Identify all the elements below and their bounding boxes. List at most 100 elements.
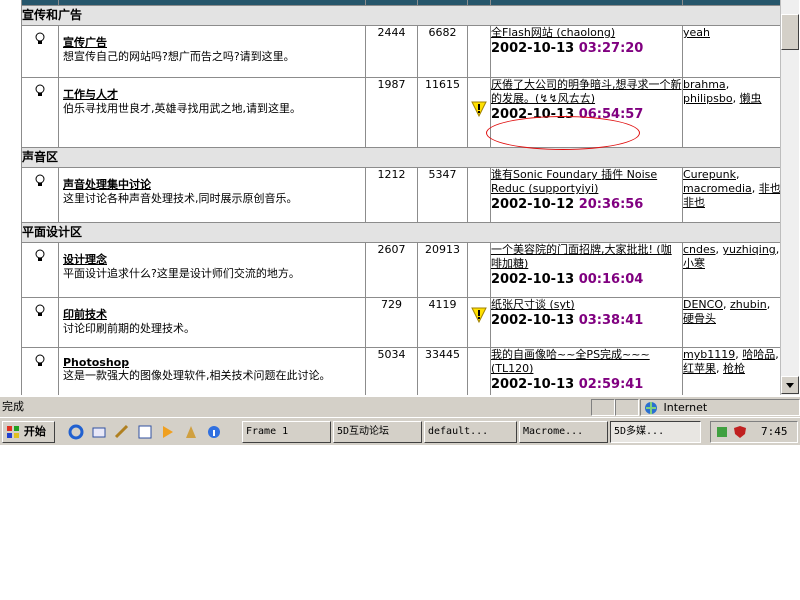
- post-count: 6682: [417, 25, 468, 78]
- post-count: 11615: [417, 77, 468, 148]
- last-post-date: 2002-10-12: [491, 197, 579, 212]
- ie-icon[interactable]: [68, 424, 84, 440]
- moderators-cell: yeah: [682, 25, 780, 78]
- moderators-cell: Curepunk, macromedia, 非也非也: [682, 167, 780, 223]
- scrollbar-thumb[interactable]: [781, 14, 799, 50]
- moderator-link[interactable]: 懒虫: [740, 92, 762, 105]
- post-count: 20913: [417, 242, 468, 298]
- last-post-cell: 我的自画像哈~~全PS完成~~~ (TL120) 2002-10-13 02:59…: [490, 347, 683, 395]
- forum-row: 宣传广告 想宣传自己的网站吗?想广而告之吗?请到这里。 2444 6682 全Flash…: [21, 25, 780, 78]
- forum-row: 设计理念 平面设计追求什么?这里是设计师们交流的地方。 2607 20913 一个美容院…: [21, 242, 780, 298]
- forum-row: 工作与人才 伯乐寻找用世良才,英雄寻找用武之地,请到这里。 1987 11615 厌倦了…: [21, 77, 780, 148]
- screenshot: 宣传和广告 宣传广告 想宣传自己的网站吗?想广而告之吗?请到这里。 2444 6682 全…: [0, 0, 800, 445]
- forum-description: 这是一款强大的图像处理软件,相关技术问题在此讨论。: [63, 369, 331, 382]
- moderator-link[interactable]: 红苹果: [683, 362, 716, 375]
- browser-viewport: 宣传和广告 宣传广告 想宣传自己的网站吗?想广而告之吗?请到这里。 2444 6682 全…: [0, 0, 780, 395]
- status-pane-1: [591, 399, 615, 416]
- task-frame1[interactable]: Frame 1: [242, 421, 331, 443]
- windows-logo-icon: [7, 426, 19, 438]
- moderator-link[interactable]: yeah: [683, 26, 710, 39]
- task-macromedia[interactable]: Macrome...: [519, 421, 608, 443]
- highlight-circle: [486, 116, 640, 150]
- forum-status-cell: [21, 347, 59, 395]
- outlook-icon[interactable]: [91, 424, 107, 440]
- moderator-link[interactable]: DENCO: [683, 298, 723, 311]
- moderator-link[interactable]: macromedia: [683, 182, 752, 195]
- forum-row: 声音处理集中讨论 这里讨论各种声音处理技术,同时展示原创音乐。 1212 5347 谁有…: [21, 167, 780, 223]
- start-button[interactable]: 开始: [2, 421, 55, 443]
- task-5d-multimedia[interactable]: 5D多媒...: [610, 421, 701, 443]
- forum-status-cell: [21, 297, 59, 348]
- last-post-link[interactable]: 一个美容院的门面招牌,大家批批! (咖啡加糖): [491, 243, 682, 271]
- vertical-scrollbar[interactable]: [780, 0, 799, 395]
- forum-name-link[interactable]: 宣传广告: [59, 26, 365, 50]
- topic-count: 1212: [365, 167, 418, 223]
- window-icon[interactable]: [137, 424, 153, 440]
- last-post-link[interactable]: 全Flash网站 (chaolong): [491, 26, 682, 40]
- section-title[interactable]: 平面设计区: [21, 222, 780, 243]
- last-post-cell: 谁有Sonic Foundary 插件 Noise Reduc (support…: [490, 167, 683, 223]
- moderator-link[interactable]: cndes: [683, 243, 716, 256]
- last-post-link[interactable]: 厌倦了大公司的明争暗斗,想寻求一个新的发展。(↯↯风ㄊㄊ): [491, 78, 682, 106]
- system-tray: 7:45: [710, 421, 798, 443]
- last-post-link[interactable]: 纸张尺寸谈 (syt): [491, 298, 682, 312]
- status-pane-2: [615, 399, 639, 416]
- forum-info-cell: 印前技术 讨论印刷前期的处理技术。: [58, 297, 366, 348]
- info-icon[interactable]: [206, 424, 222, 440]
- zone-label: Internet: [663, 401, 708, 414]
- taskbar: 开始 Frame 1 5D互动论坛 default... Macrome... …: [0, 417, 800, 445]
- arrow-down-icon: [786, 383, 794, 388]
- forum-row: Photoshop 这是一款强大的图像处理软件,相关技术问题在此讨论。 5034 33…: [21, 347, 780, 395]
- shield-icon[interactable]: [733, 425, 747, 439]
- section-title[interactable]: 声音区: [21, 147, 780, 168]
- last-post-link[interactable]: 谁有Sonic Foundary 插件 Noise Reduc (support…: [491, 168, 682, 196]
- moderator-link[interactable]: myb1119: [683, 348, 735, 361]
- forum-status-cell: [21, 25, 59, 78]
- moderator-link[interactable]: Curepunk: [683, 168, 736, 181]
- moderator-link[interactable]: yuzhiqing: [723, 243, 776, 256]
- forum-name-link[interactable]: Photoshop: [59, 348, 365, 369]
- forum-name-link[interactable]: 工作与人才: [59, 78, 365, 102]
- exclamation-icon: [471, 307, 487, 324]
- forum-description: 想宣传自己的网站吗?想广而告之吗?请到这里。: [63, 50, 295, 63]
- moderator-link[interactable]: 小寒: [683, 257, 705, 270]
- forum-status-cell: [21, 77, 59, 148]
- scroll-down-button[interactable]: [781, 376, 799, 394]
- post-count: 5347: [417, 167, 468, 223]
- section-header: 宣传和广告: [21, 5, 780, 26]
- moderator-link[interactable]: zhubin: [730, 298, 767, 311]
- moderator-link[interactable]: 枪枪: [723, 362, 745, 375]
- network-icon[interactable]: [715, 425, 729, 439]
- section-header: 平面设计区: [21, 222, 780, 243]
- new-post-flag-cell: [467, 242, 491, 298]
- moderator-link[interactable]: philipsbo: [683, 92, 733, 105]
- new-post-flag-cell: [467, 77, 491, 148]
- task-label: 5D互动论坛: [337, 426, 390, 437]
- forum-status-cell: [21, 167, 59, 223]
- exclamation-icon: [471, 101, 487, 118]
- lightbulb-icon: [35, 249, 45, 263]
- moderator-link[interactable]: 硬骨头: [683, 312, 716, 325]
- moderators-cell: brahma, philipsbo, 懒虫: [682, 77, 780, 148]
- last-post-link[interactable]: 我的自画像哈~~全PS完成~~~ (TL120): [491, 348, 682, 376]
- task-5d-forum[interactable]: 5D互动论坛: [333, 421, 422, 443]
- task-default[interactable]: default...: [424, 421, 517, 443]
- section-header: 声音区: [21, 147, 780, 168]
- show-desktop-icon[interactable]: [114, 424, 130, 440]
- moderators-cell: myb1119, 哈哈品, 红苹果, 枪枪: [682, 347, 780, 395]
- moderator-link[interactable]: brahma: [683, 78, 726, 91]
- flash-icon[interactable]: [183, 424, 199, 440]
- forum-name-link[interactable]: 声音处理集中讨论: [59, 168, 365, 192]
- forum-info-cell: 声音处理集中讨论 这里讨论各种声音处理技术,同时展示原创音乐。: [58, 167, 366, 223]
- topic-count: 2444: [365, 25, 418, 78]
- lightbulb-icon: [35, 32, 45, 46]
- last-post-cell: 纸张尺寸谈 (syt) 2002-10-13 03:38:41: [490, 297, 683, 348]
- forum-name-link[interactable]: 设计理念: [59, 243, 365, 267]
- media-player-icon[interactable]: [160, 424, 176, 440]
- section-title[interactable]: 宣传和广告: [21, 5, 780, 26]
- lightbulb-icon: [35, 304, 45, 318]
- forum-name-link[interactable]: 印前技术: [59, 298, 365, 322]
- last-post-date: 2002-10-13: [491, 272, 579, 287]
- moderator-link[interactable]: 哈哈品: [742, 348, 775, 361]
- topic-count: 729: [365, 297, 418, 348]
